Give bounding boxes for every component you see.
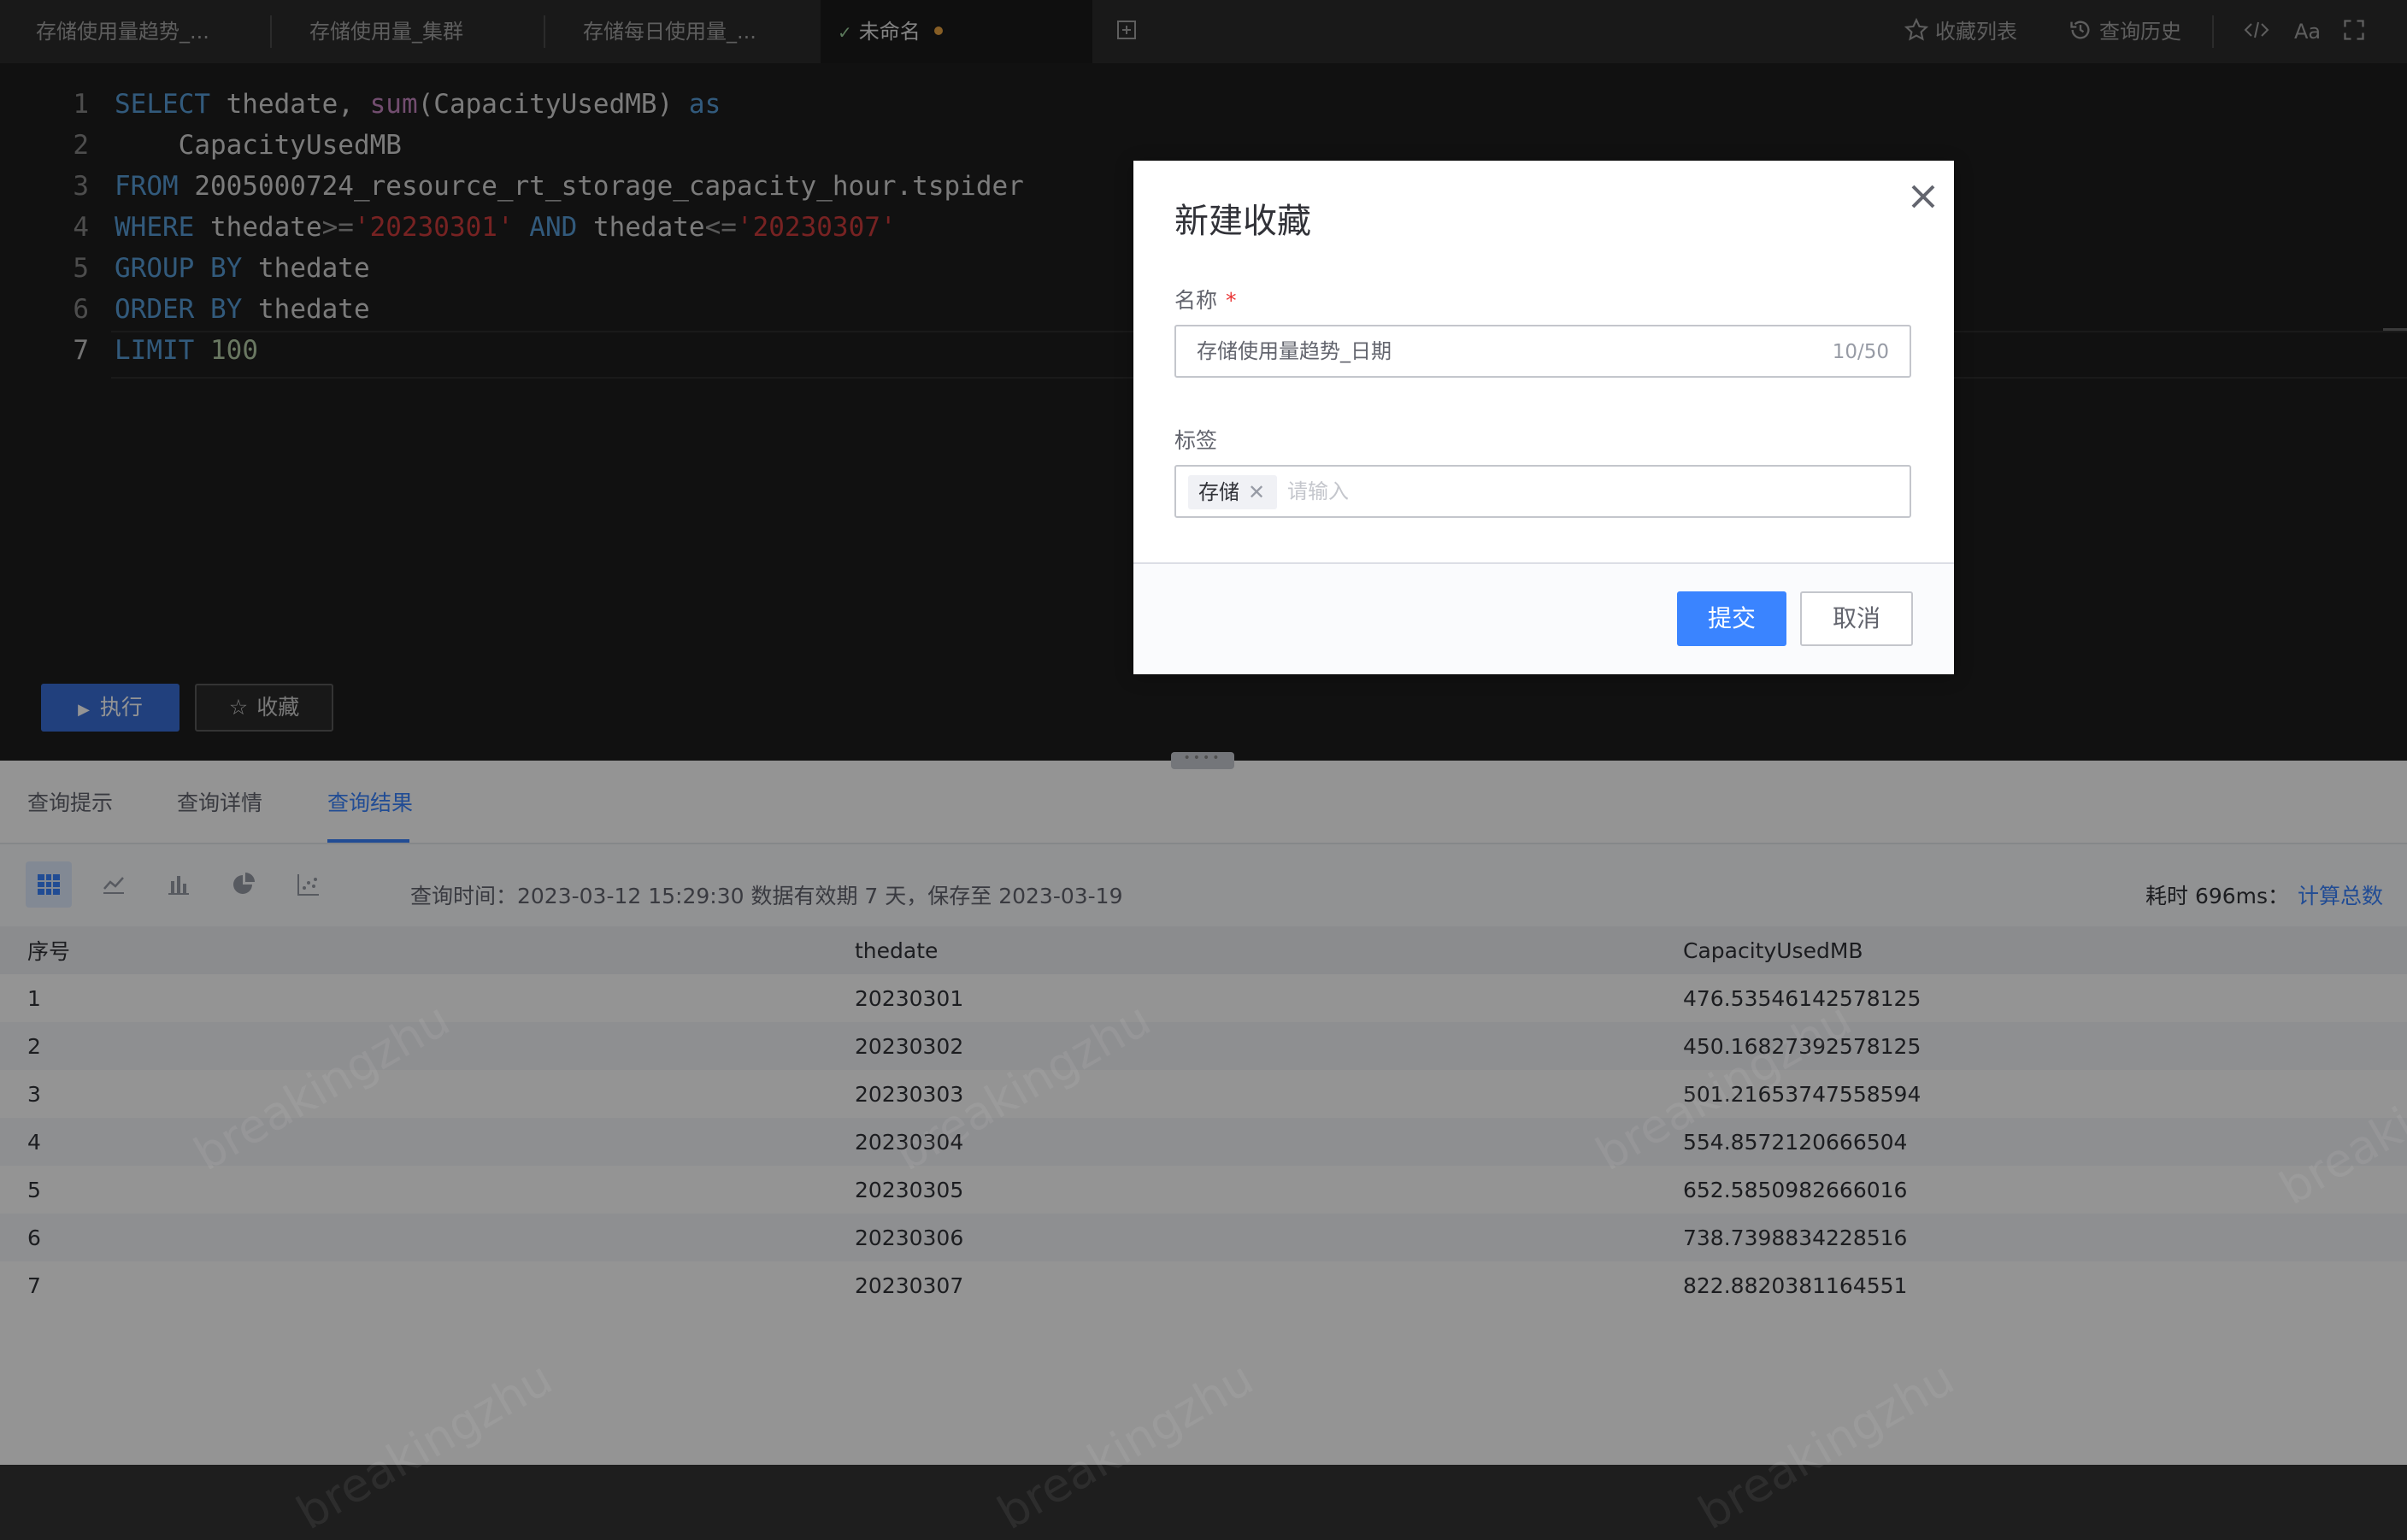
required-mark: * [1226,288,1237,313]
close-icon [1911,185,1935,209]
name-label: 名称 * [1174,284,1237,314]
new-favorite-dialog: 新建收藏 名称 * 存储使用量趋势_日期 10/50 标签 存储 ✕ 请输入 提交 … [1133,161,1954,674]
name-label-text: 名称 [1174,288,1218,313]
remove-tag-icon[interactable]: ✕ [1248,480,1265,504]
name-char-counter: 10/50 [1832,341,1889,363]
dialog-title: 新建收藏 [1174,202,1311,241]
tag-chip: 存储 ✕ [1188,475,1278,509]
tag-input[interactable]: 存储 ✕ 请输入 [1174,465,1911,518]
submit-button[interactable]: 提交 [1677,591,1786,646]
close-button[interactable] [1906,179,1940,214]
tag-input-placeholder: 请输入 [1287,479,1349,503]
dialog-footer: 提交 取消 [1133,562,1954,674]
tag-label: 标签 [1174,428,1218,453]
tag-chip-label: 存储 [1198,480,1239,504]
name-field[interactable]: 存储使用量趋势_日期 10/50 [1174,325,1911,378]
name-field-value: 存储使用量趋势_日期 [1197,339,1392,363]
cancel-button[interactable]: 取消 [1800,591,1913,646]
